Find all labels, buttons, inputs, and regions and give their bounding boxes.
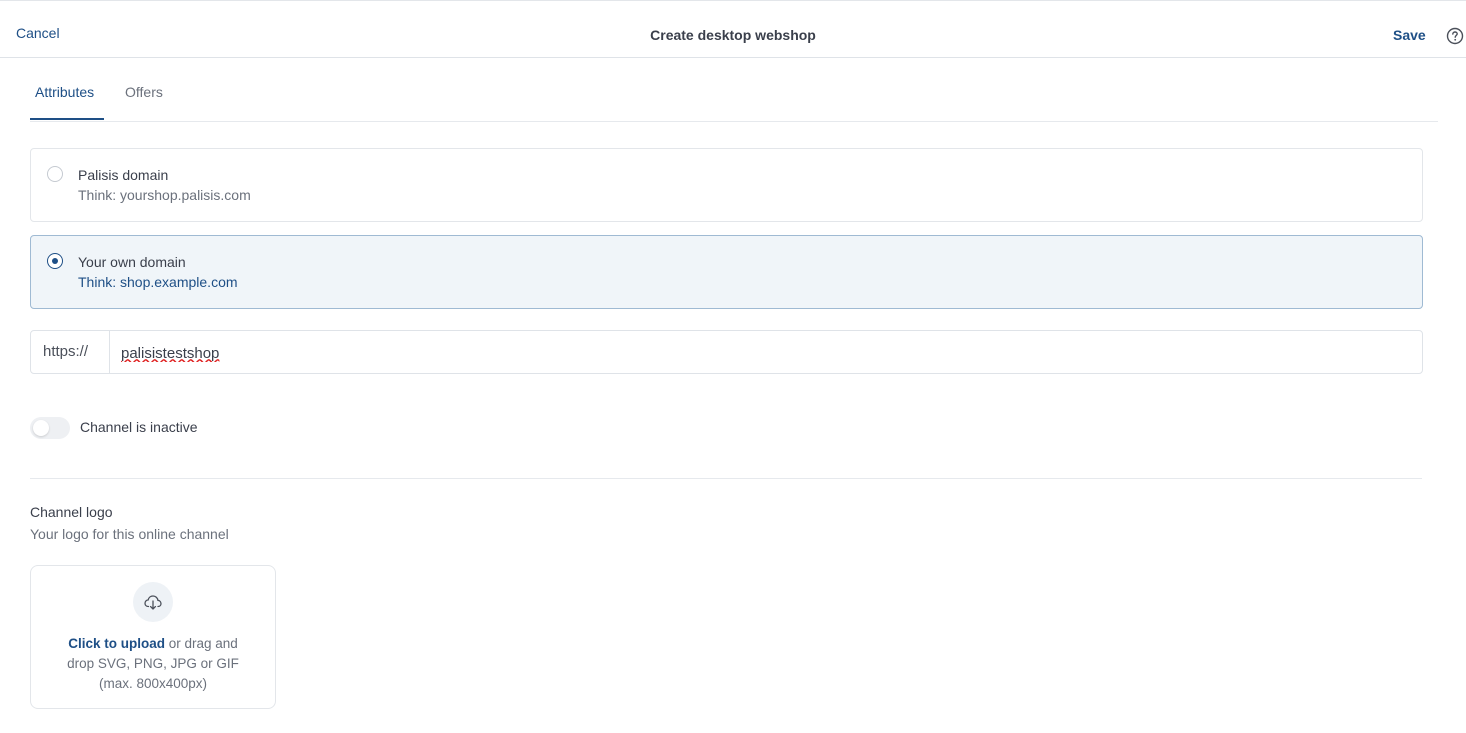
palisis-domain-option[interactable]: Palisis domain Think: yourshop.palisis.c… bbox=[30, 148, 1423, 222]
palisis-domain-radio[interactable] bbox=[47, 166, 63, 182]
url-prefix: https:// bbox=[31, 331, 110, 373]
save-button[interactable]: Save bbox=[1393, 27, 1426, 43]
toggle-knob bbox=[33, 420, 49, 436]
upload-instructions: Click to upload or drag and drop SVG, PN… bbox=[41, 634, 265, 694]
channel-active-toggle[interactable] bbox=[30, 417, 70, 439]
upload-text-line3: (max. 800x400px) bbox=[98, 676, 208, 691]
upload-text-line1: or drag and bbox=[164, 636, 238, 651]
cloud-download-icon bbox=[133, 582, 173, 622]
url-prefix-label: https:// bbox=[43, 343, 89, 360]
own-domain-radio[interactable] bbox=[47, 253, 63, 269]
channel-logo-description: Your logo for this online channel bbox=[30, 526, 229, 542]
option-title: Palisis domain bbox=[78, 167, 169, 183]
question-circle-icon[interactable] bbox=[1446, 27, 1464, 45]
own-domain-option[interactable]: Your own domain Think: shop.example.com bbox=[30, 235, 1423, 309]
channel-toggle-label: Channel is inactive bbox=[80, 419, 198, 435]
tab-attributes[interactable]: Attributes bbox=[35, 84, 94, 100]
domain-url-field: https:// bbox=[30, 330, 1423, 374]
domain-input[interactable] bbox=[121, 342, 1401, 364]
upload-text-line2: drop SVG, PNG, JPG or GIF bbox=[67, 656, 239, 671]
option-subtitle: Think: yourshop.palisis.com bbox=[78, 187, 251, 203]
page-title: Create desktop webshop bbox=[650, 27, 816, 43]
tab-offers[interactable]: Offers bbox=[125, 84, 163, 100]
option-title: Your own domain bbox=[78, 254, 186, 270]
click-to-upload-link[interactable]: Click to upload bbox=[68, 636, 165, 651]
tab-bar: Attributes Offers bbox=[30, 58, 1438, 122]
active-tab-indicator bbox=[30, 118, 104, 120]
header-bar: Cancel Create desktop webshop Save bbox=[0, 1, 1466, 58]
logo-upload-dropzone[interactable]: Click to upload or drag and drop SVG, PN… bbox=[30, 565, 276, 709]
channel-logo-heading: Channel logo bbox=[30, 504, 113, 520]
section-divider bbox=[30, 478, 1422, 479]
option-subtitle: Think: shop.example.com bbox=[78, 274, 238, 290]
